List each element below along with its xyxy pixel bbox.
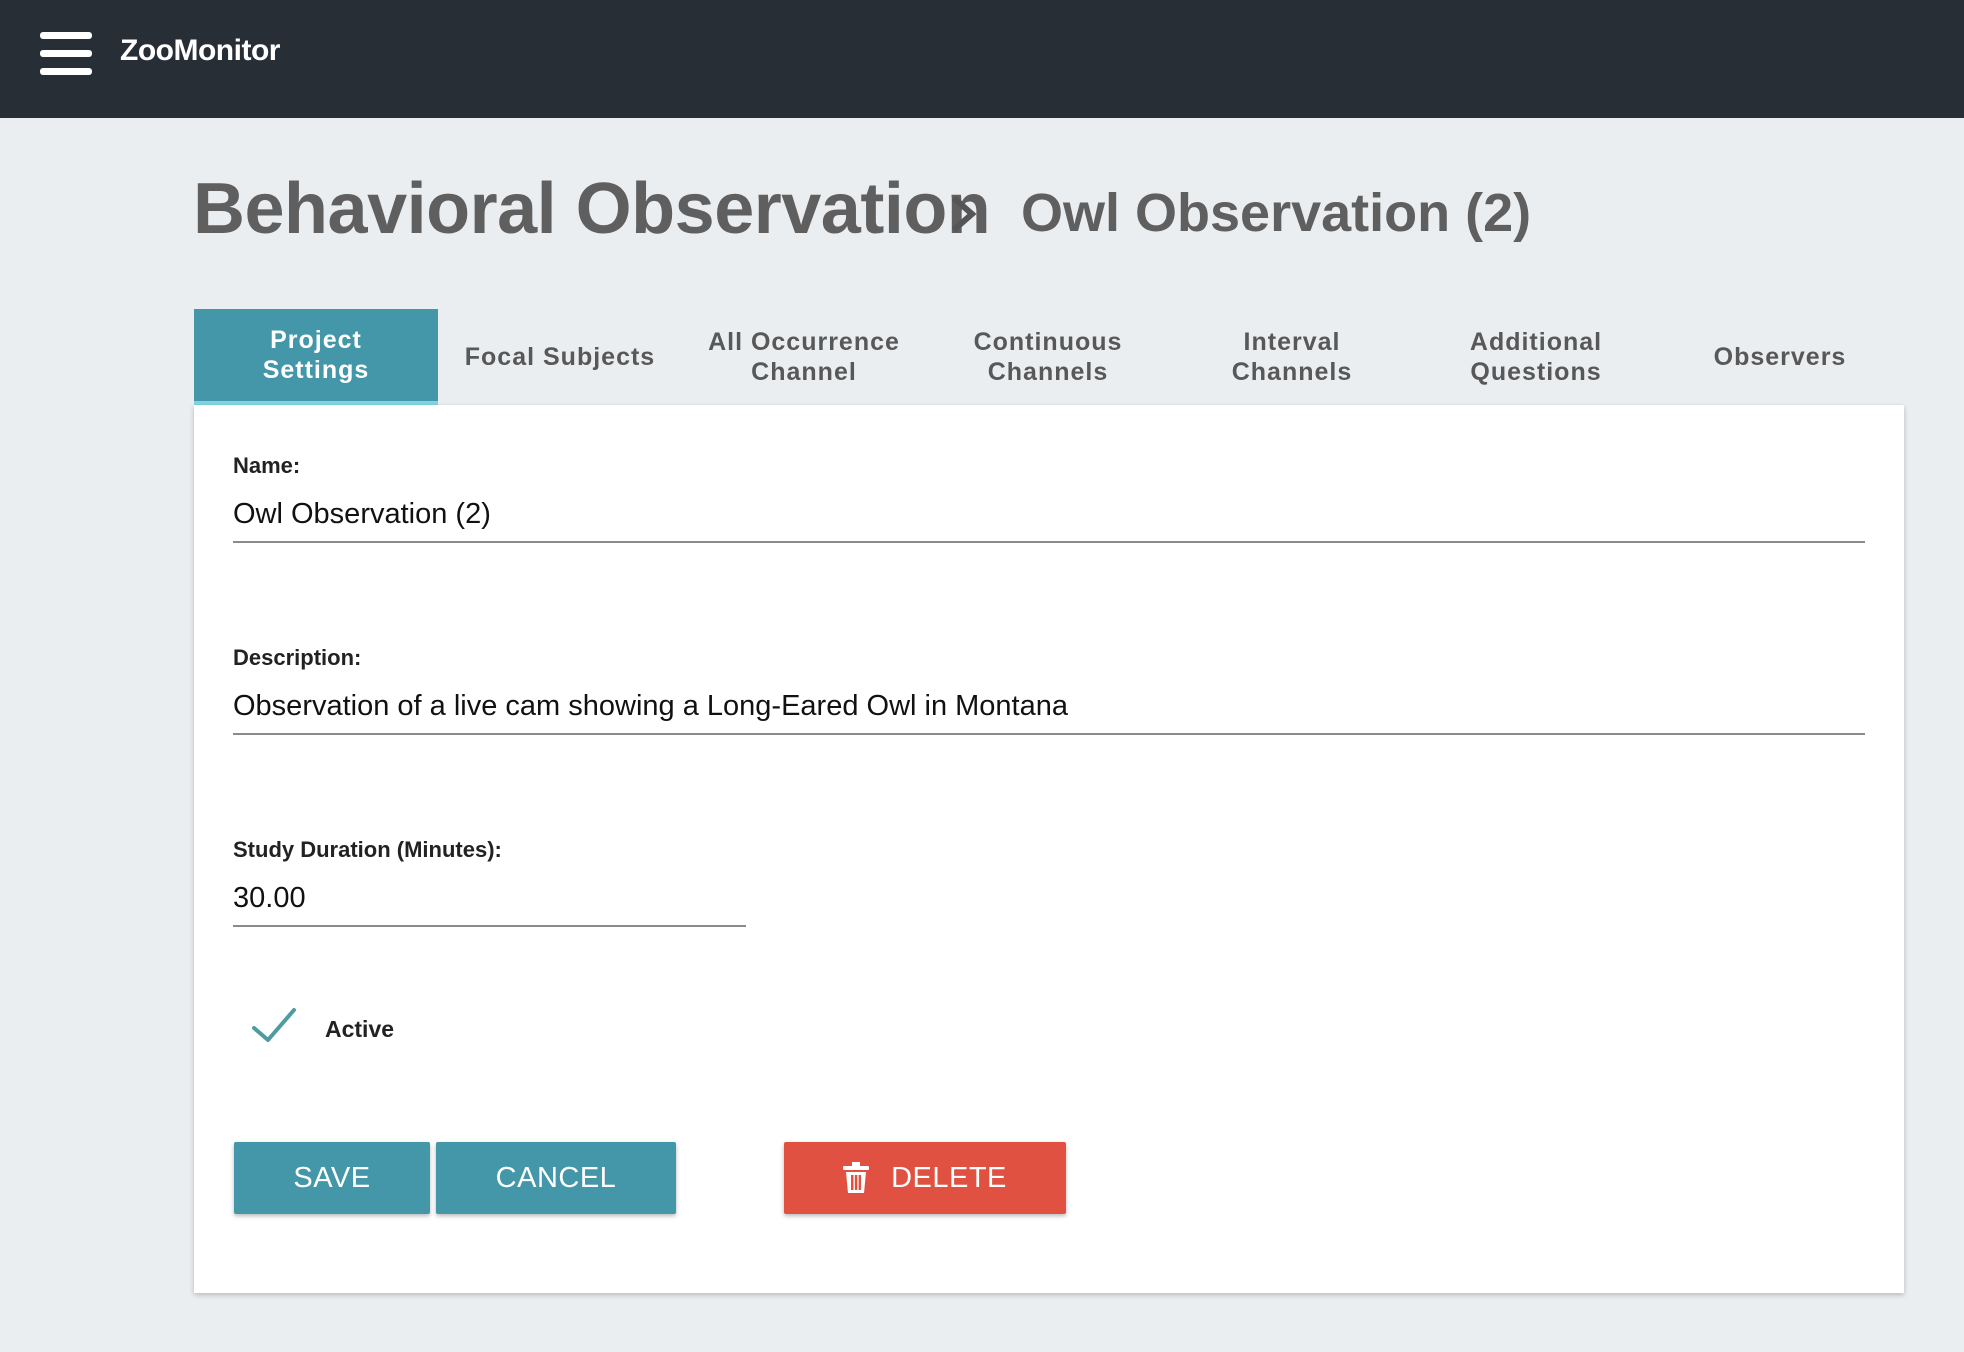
name-label: Name: — [233, 453, 301, 478]
breadcrumb-current: Owl Observation (2) — [1021, 183, 1532, 243]
delete-button[interactable]: DELETE — [784, 1142, 1066, 1214]
cancel-button[interactable]: CANCEL — [436, 1142, 676, 1214]
active-checkbox-label[interactable]: Active — [325, 1016, 394, 1043]
description-label: Description: — [233, 645, 362, 670]
study-duration-label: Study Duration (Minutes): — [233, 837, 502, 862]
study-duration-field[interactable] — [233, 871, 746, 927]
app-title: ZooMonitor — [120, 34, 280, 67]
hamburger-menu-icon[interactable] — [40, 32, 92, 76]
tab-all-occurrence-channel[interactable]: All Occurrence Channel — [682, 309, 926, 405]
tab-additional-questions[interactable]: Additional Questions — [1414, 309, 1658, 405]
delete-button-label: DELETE — [891, 1161, 1007, 1194]
tab-observers[interactable]: Observers — [1658, 309, 1902, 405]
checkmark-icon[interactable] — [250, 1006, 298, 1046]
save-button[interactable]: SAVE — [234, 1142, 430, 1214]
tab-continuous-channels[interactable]: Continuous Channels — [926, 309, 1170, 405]
chevron-right-icon — [951, 195, 977, 233]
tab-focal-subjects[interactable]: Focal Subjects — [438, 309, 682, 405]
description-field[interactable] — [233, 679, 1865, 735]
tab-project-settings[interactable]: Project Settings — [194, 309, 438, 405]
tab-bar: Project Settings Focal Subjects All Occu… — [194, 309, 1904, 405]
tab-interval-channels[interactable]: Interval Channels — [1170, 309, 1414, 405]
name-field[interactable] — [233, 487, 1865, 543]
trash-icon — [843, 1162, 870, 1193]
top-app-bar: ZooMonitor — [0, 0, 1964, 118]
breadcrumb-section[interactable]: Behavioral Observation — [193, 168, 991, 250]
project-settings-card: Name: Description: Study Duration (Minut… — [194, 405, 1904, 1293]
